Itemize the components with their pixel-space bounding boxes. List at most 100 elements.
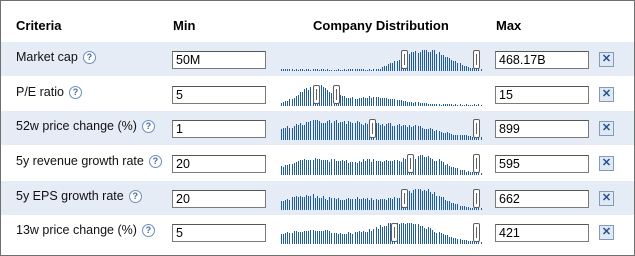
histogram-bar (283, 167, 284, 175)
histogram-bar (350, 233, 351, 244)
max-range-handle[interactable] (473, 119, 480, 138)
max-range-handle[interactable] (473, 189, 480, 208)
min-input[interactable] (172, 51, 266, 69)
max-range-handle[interactable] (333, 85, 340, 104)
histogram-bar (367, 70, 368, 71)
max-input[interactable] (495, 155, 589, 173)
min-range-handle[interactable] (401, 50, 408, 69)
min-range-handle[interactable] (369, 119, 376, 138)
histogram-bar (292, 197, 293, 210)
max-input[interactable] (495, 51, 589, 69)
histogram-bar (476, 105, 477, 106)
min-input[interactable] (172, 224, 266, 242)
criteria-label-text: Market cap (16, 50, 78, 64)
histogram-bar (386, 226, 387, 244)
help-icon[interactable]: ? (142, 224, 155, 237)
histogram-bar (327, 200, 328, 210)
min-input[interactable] (172, 190, 266, 208)
histogram-bar (447, 132, 448, 140)
max-input[interactable] (495, 86, 589, 104)
histogram-bar (380, 69, 381, 71)
histogram-bar (355, 232, 356, 244)
distribution-histogram[interactable] (281, 153, 489, 175)
histogram-bar (361, 69, 362, 71)
histogram-bar (407, 223, 408, 244)
histogram-bar (401, 162, 402, 175)
criteria-row: 5y EPS growth rate?✕ (1, 181, 634, 215)
histogram-bar (365, 98, 366, 106)
help-icon[interactable]: ? (142, 120, 155, 133)
histogram-bar (327, 90, 328, 106)
distribution-histogram[interactable] (281, 49, 489, 71)
histogram-bar (296, 231, 297, 244)
histogram-bar (447, 57, 448, 71)
histogram-bar (436, 130, 437, 140)
histogram-bar (294, 197, 295, 210)
help-icon[interactable]: ? (69, 86, 82, 99)
max-range-handle[interactable] (473, 50, 480, 69)
histogram-bar (308, 69, 309, 71)
distribution-histogram[interactable] (281, 188, 489, 210)
histogram-bar (323, 69, 324, 71)
histogram-bar (329, 92, 330, 106)
distribution-histogram[interactable] (281, 84, 489, 106)
min-input[interactable] (172, 155, 266, 173)
help-icon[interactable]: ? (83, 51, 96, 64)
histogram-bar (294, 70, 295, 71)
histogram-bar (468, 241, 469, 244)
histogram-bar (340, 233, 341, 244)
help-icon[interactable]: ? (129, 190, 142, 203)
max-input[interactable] (495, 120, 589, 138)
histogram-bar (390, 63, 391, 71)
histogram-bar (415, 125, 416, 140)
min-range-handle[interactable] (391, 223, 398, 242)
histogram-bar (338, 69, 339, 71)
histogram-bar (424, 103, 425, 106)
remove-criteria-icon[interactable]: ✕ (599, 225, 614, 240)
histogram-bar (464, 240, 465, 244)
histogram-bar (455, 238, 456, 244)
remove-criteria-icon[interactable]: ✕ (599, 121, 614, 136)
histogram-bar (434, 50, 435, 71)
histogram-bar (338, 234, 339, 244)
histogram-bar (371, 70, 372, 71)
distribution-histogram[interactable] (281, 222, 489, 244)
histogram-bar (346, 234, 347, 244)
histogram-bar (331, 198, 332, 210)
remove-criteria-icon[interactable]: ✕ (599, 87, 614, 102)
help-icon[interactable]: ? (149, 155, 162, 168)
max-range-handle[interactable] (473, 223, 480, 242)
histogram-bar (289, 69, 290, 71)
histogram-bar (378, 229, 379, 244)
remove-criteria-icon[interactable]: ✕ (599, 191, 614, 206)
histogram-bar (350, 162, 351, 175)
histogram-bar (373, 159, 374, 175)
remove-criteria-icon[interactable]: ✕ (599, 156, 614, 171)
histogram-bar (436, 196, 437, 210)
histogram-bar (434, 161, 435, 175)
max-range-handle[interactable] (473, 154, 480, 173)
histogram-bar (352, 234, 353, 244)
histogram-bar (323, 123, 324, 140)
histogram-bar (308, 90, 309, 106)
histogram-bar (292, 99, 293, 106)
min-range-handle[interactable] (313, 85, 320, 104)
histogram-bar (327, 69, 328, 71)
histogram-bar (457, 105, 458, 106)
histogram-bar (317, 196, 318, 210)
min-input[interactable] (172, 120, 266, 138)
max-input[interactable] (495, 190, 589, 208)
criteria-label: 5y revenue growth rate? (16, 154, 162, 168)
distribution-histogram[interactable] (281, 118, 489, 140)
max-input[interactable] (495, 224, 589, 242)
histogram-bar (451, 134, 452, 140)
histogram-bar (460, 63, 461, 71)
min-input[interactable] (172, 86, 266, 104)
remove-criteria-icon[interactable]: ✕ (599, 52, 614, 67)
min-range-handle[interactable] (401, 189, 408, 208)
histogram-bar (426, 229, 427, 244)
histogram-bar (334, 121, 335, 140)
min-range-handle[interactable] (407, 154, 414, 173)
histogram-bar (457, 204, 458, 210)
histogram-bar (348, 232, 349, 244)
